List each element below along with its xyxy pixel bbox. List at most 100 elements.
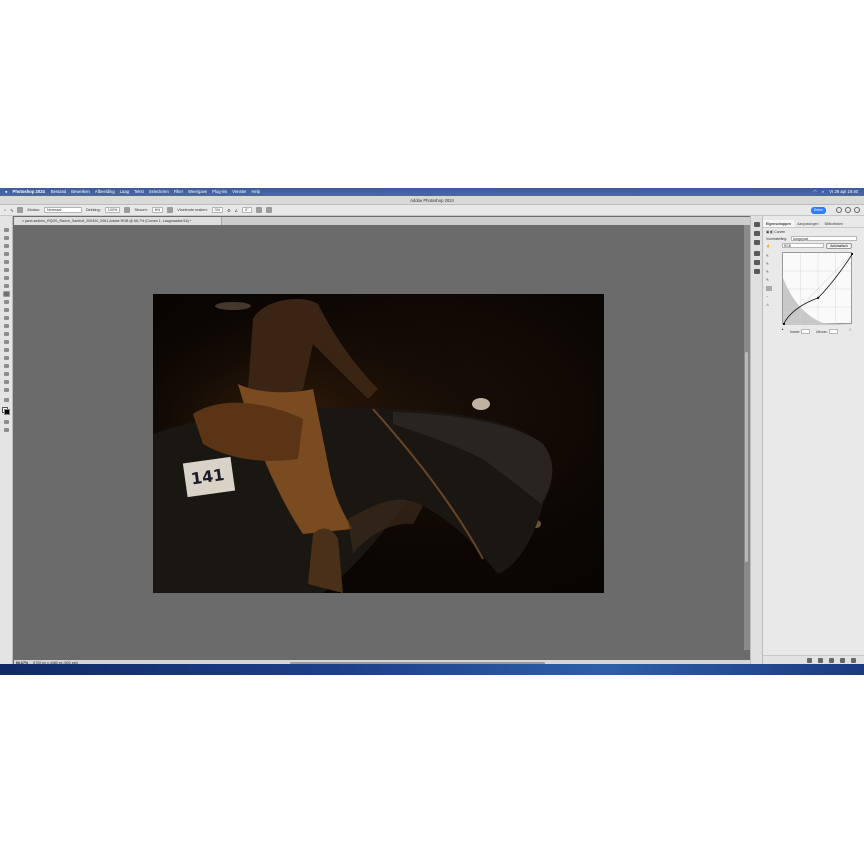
menu-item-edit[interactable]: Bewerken [71,188,90,196]
reset-icon[interactable] [829,658,834,663]
white-slider-icon[interactable]: △ [849,327,851,331]
brush-tool-icon[interactable]: ✎ [10,208,13,213]
trash-icon[interactable] [851,658,856,663]
symmetry-icon[interactable] [265,207,272,213]
marquee-tool-icon[interactable] [3,235,10,241]
pen-tool-icon[interactable] [3,347,10,353]
smooth-curve-icon[interactable]: ~ [766,295,768,299]
workspace-icon[interactable] [854,207,860,213]
pressure-opacity-icon[interactable] [124,207,131,213]
menu-app-name[interactable]: Photoshop 2024 [13,188,45,196]
tab-libraries[interactable]: Bibliotheken [822,220,846,227]
document-tab[interactable]: × jazzt.sedimo_RQDS_Ranch_Santhof_200420… [14,217,222,225]
comments-icon[interactable] [754,240,760,245]
brush-tool-icon[interactable] [3,291,10,297]
airbrush-icon[interactable] [167,207,174,213]
menubar-clock[interactable]: Vr 29 apr 19:40 [829,188,858,196]
preset-label: Voorinstelling: [766,237,788,241]
tab-properties[interactable]: Eigenschappen [763,220,795,227]
auto-button[interactable]: Automatisch [826,243,852,249]
path-select-tool-icon[interactable] [3,363,10,369]
color-icon[interactable] [754,260,760,265]
angle-icon: ∠ [234,208,238,213]
share-button[interactable]: Delen [811,207,826,214]
lasso-tool-icon[interactable] [3,243,10,249]
options-right-icons [836,207,860,213]
gear-icon[interactable]: ⚙ [227,208,230,213]
curve-control-point[interactable] [783,323,785,325]
channel-select[interactable]: RGB [782,243,824,248]
smoothing-field[interactable]: 0% [211,207,224,213]
brush-preset-icon[interactable] [17,207,24,213]
pressure-size-icon[interactable] [255,207,262,213]
gradient-tool-icon[interactable] [3,323,10,329]
curve-point-tool-icon[interactable]: ✎ [766,254,769,258]
flow-field[interactable]: 8% [151,207,164,213]
white-point-eyedropper-icon[interactable]: ✎ [766,278,769,282]
mac-menubar: ● Photoshop 2024 Bestand Bewerken Afbeel… [0,188,864,196]
opacity-field[interactable]: 100% [104,207,121,213]
view-previous-icon[interactable] [818,658,823,663]
mode-select[interactable]: Normaal [43,207,82,213]
vertical-scroll-thumb[interactable] [745,352,748,562]
more-tools-icon[interactable] [3,397,10,403]
home-icon[interactable]: ⌂ [4,208,6,212]
menu-item-layer[interactable]: Laag [120,188,129,196]
actions-icon[interactable] [754,231,760,236]
curves-graph[interactable] [782,252,854,326]
black-slider-icon[interactable]: ▲ [781,327,784,331]
black-point-eyedropper-icon[interactable]: ✎ [766,262,769,266]
document-photo[interactable]: 141 [153,294,604,593]
quick-mask-icon[interactable] [3,419,10,425]
menu-item-plugins[interactable]: Plug-ins [212,188,227,196]
rectangle-tool-icon[interactable] [3,371,10,377]
target-adjust-icon[interactable]: ☝ [766,244,770,248]
menu-item-filter[interactable]: Filter [174,188,183,196]
eraser-tool-icon[interactable] [3,315,10,321]
tab-adjustments[interactable]: Aanpassingen [794,220,822,227]
angle-field[interactable]: 0° [241,207,252,213]
menu-item-view[interactable]: Weergave [188,188,207,196]
zoom-tool-icon[interactable] [3,387,10,393]
history-icon[interactable] [754,222,760,227]
input-field[interactable] [801,329,810,334]
menu-item-select[interactable]: Selecteren [149,188,169,196]
output-field[interactable] [829,329,838,334]
pencil-curve-icon[interactable] [766,286,772,291]
menu-item-file[interactable]: Bestand [51,188,66,196]
gray-point-eyedropper-icon[interactable]: ✎ [766,270,769,274]
paragraph-icon[interactable] [754,269,760,274]
search-icon[interactable] [836,207,842,213]
dodge-tool-icon[interactable] [3,339,10,345]
foreground-color-swatch[interactable] [4,409,10,415]
crop-tool-icon[interactable] [3,259,10,265]
help-icon[interactable] [845,207,851,213]
visibility-icon[interactable] [840,658,845,663]
menu-item-image[interactable]: Afbeelding [95,188,115,196]
wifi-icon[interactable]: ◠ [813,188,817,196]
apple-menu-icon[interactable]: ● [5,188,8,196]
clipping-warning-icon[interactable]: ⚠ [766,303,769,307]
preset-select[interactable]: Aangepast [791,236,857,241]
menu-item-window[interactable]: Venster [232,188,246,196]
type-tool-icon[interactable] [3,355,10,361]
swatches-icon[interactable] [754,251,760,256]
move-tool-icon[interactable] [3,227,10,233]
menu-item-help[interactable]: Help [251,188,260,196]
healing-tool-icon[interactable] [3,283,10,289]
curve-control-point[interactable] [851,253,853,255]
object-select-tool-icon[interactable] [3,251,10,257]
mode-label: Modus: [27,208,40,212]
frame-tool-icon[interactable] [3,267,10,273]
smoothing-label: Vloeiende maken: [177,208,208,212]
stamp-tool-icon[interactable] [3,299,10,305]
hand-tool-icon[interactable] [3,379,10,385]
history-brush-tool-icon[interactable] [3,307,10,313]
menu-item-type[interactable]: Tekst [134,188,144,196]
screen-mode-icon[interactable] [3,427,10,433]
curve-control-point[interactable] [817,296,820,299]
clip-to-layer-icon[interactable] [807,658,812,663]
search-icon[interactable]: ⌕ [822,188,824,196]
eyedropper-tool-icon[interactable] [3,275,10,281]
blur-tool-icon[interactable] [3,331,10,337]
